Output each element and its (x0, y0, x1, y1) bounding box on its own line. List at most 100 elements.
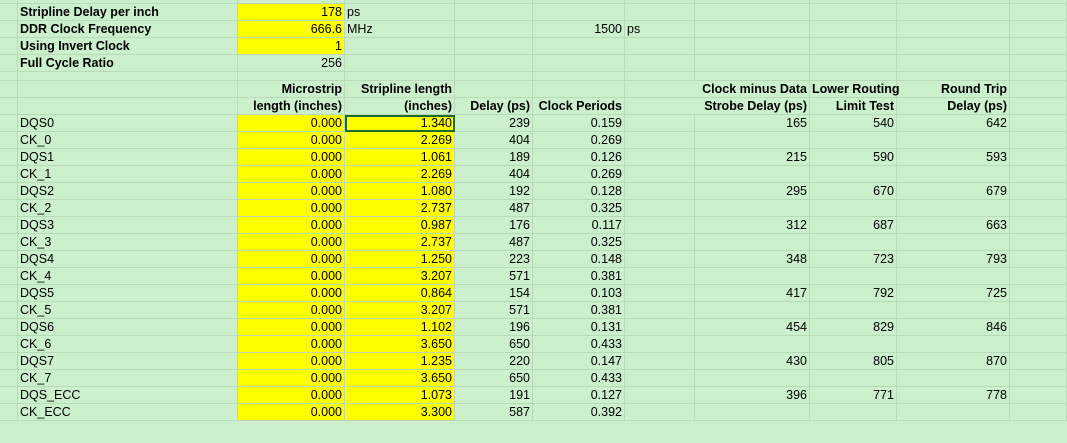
empty-cell[interactable] (695, 38, 810, 55)
lower-routing-cell[interactable] (810, 200, 897, 217)
empty-cell[interactable] (1010, 353, 1067, 370)
round-trip-cell[interactable]: 725 (897, 285, 1010, 302)
stripline-cell[interactable]: 1.235 (345, 353, 455, 370)
empty-cell[interactable] (0, 217, 18, 234)
delay-cell[interactable]: 223 (455, 251, 533, 268)
microstrip-cell[interactable]: 0.000 (238, 183, 345, 200)
column-header-delay[interactable]: Delay (ps) (455, 98, 533, 115)
lower-routing-cell[interactable]: 771 (810, 387, 897, 404)
stripline-cell[interactable]: 2.269 (345, 166, 455, 183)
empty-cell[interactable] (1010, 98, 1067, 115)
delay-cell[interactable]: 487 (455, 234, 533, 251)
delay-cell[interactable]: 192 (455, 183, 533, 200)
param-value-cell[interactable]: 666.6 (238, 21, 345, 38)
empty-cell[interactable] (533, 4, 625, 21)
clock-periods-cell[interactable]: 0.433 (533, 370, 625, 387)
lower-routing-cell[interactable] (810, 370, 897, 387)
empty-cell[interactable] (1010, 251, 1067, 268)
signal-name-cell[interactable]: CK_6 (18, 336, 238, 353)
clock-minus-cell[interactable] (695, 234, 810, 251)
empty-cell[interactable] (1010, 336, 1067, 353)
round-trip-cell[interactable]: 642 (897, 115, 1010, 132)
empty-cell[interactable] (810, 72, 897, 81)
empty-cell[interactable] (0, 166, 18, 183)
clock-periods-cell[interactable]: 0.131 (533, 319, 625, 336)
empty-cell[interactable] (625, 217, 695, 234)
empty-cell[interactable] (1010, 285, 1067, 302)
lower-routing-cell[interactable]: 829 (810, 319, 897, 336)
stripline-cell[interactable]: 3.650 (345, 370, 455, 387)
empty-cell[interactable] (0, 55, 18, 72)
delay-cell[interactable]: 650 (455, 336, 533, 353)
empty-cell[interactable] (0, 268, 18, 285)
round-trip-cell[interactable] (897, 404, 1010, 421)
delay-cell[interactable]: 487 (455, 200, 533, 217)
microstrip-cell[interactable]: 0.000 (238, 234, 345, 251)
empty-cell[interactable] (238, 72, 345, 81)
signal-name-cell[interactable]: DQS0 (18, 115, 238, 132)
stripline-cell[interactable]: 1.073 (345, 387, 455, 404)
empty-cell[interactable] (455, 55, 533, 72)
lower-routing-cell[interactable]: 687 (810, 217, 897, 234)
signal-name-cell[interactable]: CK_1 (18, 166, 238, 183)
clock-minus-cell[interactable]: 312 (695, 217, 810, 234)
empty-cell[interactable] (0, 183, 18, 200)
microstrip-cell[interactable]: 0.000 (238, 353, 345, 370)
clock-periods-cell[interactable]: 0.269 (533, 132, 625, 149)
empty-cell[interactable] (533, 72, 625, 81)
signal-name-cell[interactable]: DQS7 (18, 353, 238, 370)
delay-cell[interactable]: 571 (455, 302, 533, 319)
clock-minus-cell[interactable] (695, 336, 810, 353)
empty-cell[interactable] (625, 132, 695, 149)
clock-periods-cell[interactable]: 0.148 (533, 251, 625, 268)
clock-minus-cell[interactable]: 215 (695, 149, 810, 166)
microstrip-cell[interactable]: 0.000 (238, 217, 345, 234)
microstrip-cell[interactable]: 0.000 (238, 251, 345, 268)
empty-cell[interactable] (625, 268, 695, 285)
clock-periods-cell[interactable]: 0.381 (533, 302, 625, 319)
empty-cell[interactable] (695, 21, 810, 38)
empty-cell[interactable] (625, 166, 695, 183)
column-header-clock-periods[interactable] (533, 81, 625, 98)
param-label[interactable]: Full Cycle Ratio (18, 55, 238, 72)
round-trip-cell[interactable] (897, 268, 1010, 285)
empty-cell[interactable] (0, 98, 18, 115)
microstrip-cell[interactable]: 0.000 (238, 336, 345, 353)
microstrip-cell[interactable]: 0.000 (238, 200, 345, 217)
column-header-clock-periods[interactable]: Clock Periods (533, 98, 625, 115)
empty-cell[interactable] (0, 21, 18, 38)
round-trip-cell[interactable]: 870 (897, 353, 1010, 370)
param-extra-unit-cell[interactable]: ps (625, 21, 695, 38)
column-header-microstrip[interactable]: Microstrip (238, 81, 345, 98)
empty-cell[interactable] (1010, 268, 1067, 285)
empty-cell[interactable] (533, 55, 625, 72)
empty-cell[interactable] (625, 38, 695, 55)
empty-cell[interactable] (0, 251, 18, 268)
column-header-microstrip[interactable]: length (inches) (238, 98, 345, 115)
round-trip-cell[interactable] (897, 370, 1010, 387)
empty-cell[interactable] (18, 72, 238, 81)
empty-cell[interactable] (625, 302, 695, 319)
clock-minus-cell[interactable] (695, 302, 810, 319)
signal-name-cell[interactable]: DQS3 (18, 217, 238, 234)
signal-name-cell[interactable]: CK_4 (18, 268, 238, 285)
clock-minus-cell[interactable] (695, 132, 810, 149)
empty-cell[interactable] (0, 353, 18, 370)
clock-minus-cell[interactable]: 295 (695, 183, 810, 200)
clock-periods-cell[interactable]: 0.147 (533, 353, 625, 370)
param-unit-cell[interactable] (345, 38, 455, 55)
stripline-cell[interactable]: 2.269 (345, 132, 455, 149)
param-value-cell[interactable]: 256 (238, 55, 345, 72)
stripline-cell[interactable]: 0.987 (345, 217, 455, 234)
signal-name-cell[interactable]: CK_3 (18, 234, 238, 251)
empty-cell[interactable] (625, 404, 695, 421)
round-trip-cell[interactable]: 679 (897, 183, 1010, 200)
empty-cell[interactable] (695, 4, 810, 21)
empty-cell[interactable] (1010, 115, 1067, 132)
empty-cell[interactable] (0, 285, 18, 302)
clock-minus-cell[interactable] (695, 268, 810, 285)
empty-cell[interactable] (1010, 404, 1067, 421)
empty-cell[interactable] (0, 149, 18, 166)
empty-cell[interactable] (18, 98, 238, 115)
empty-cell[interactable] (625, 285, 695, 302)
